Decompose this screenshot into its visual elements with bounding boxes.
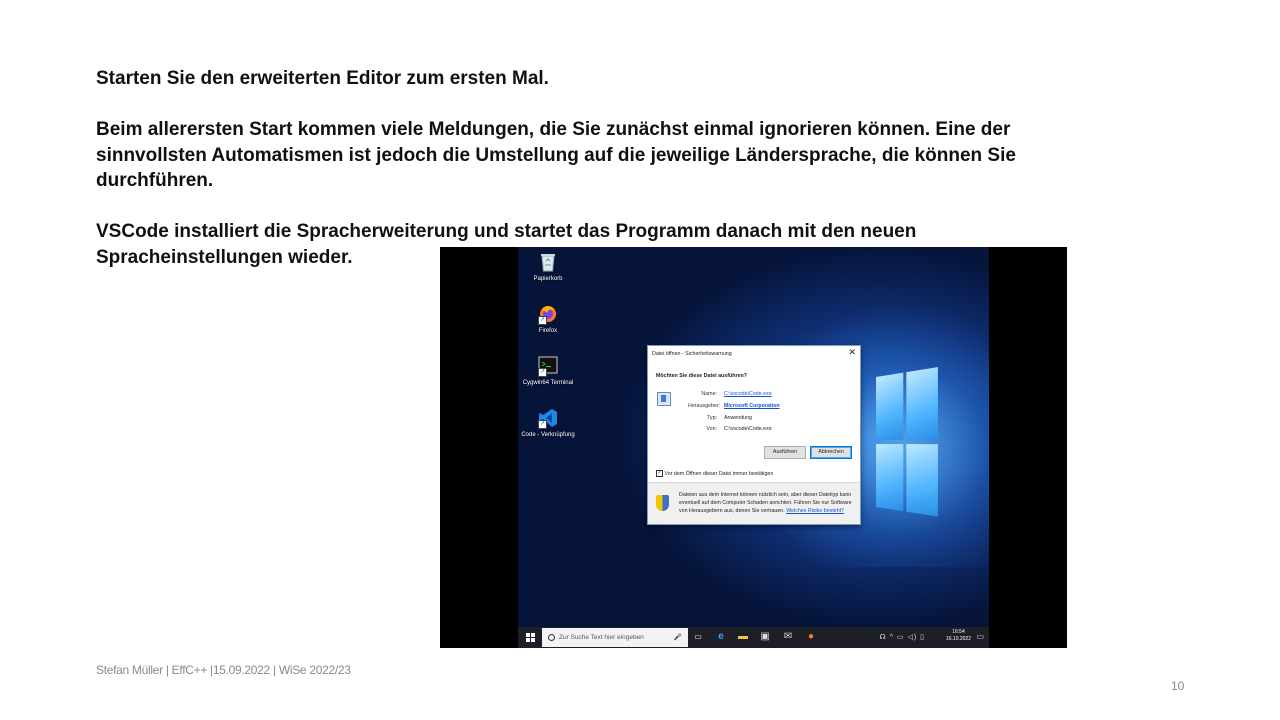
taskbar-search-box[interactable]: Zur Suche Text hier eingeben 🎤 xyxy=(542,628,688,647)
always-confirm-row: ✓ Vor dem Öffnen dieser Datei immer best… xyxy=(656,470,773,477)
task-view-icon[interactable]: ▭ xyxy=(692,631,704,643)
desktop-icon-firefox[interactable]: ↗ Firefox xyxy=(520,303,576,335)
first-start-line-2: sinnvollsten Automatismen ist jedoch die… xyxy=(96,144,1016,166)
desktop-icon-vscode[interactable]: ↗ Code - Verknüpfung xyxy=(520,407,576,439)
file-explorer-icon[interactable]: ▬ xyxy=(737,631,749,643)
type-value: Anwendung xyxy=(724,415,752,421)
windows-start-icon[interactable] xyxy=(526,633,535,642)
intro-paragraph: Starten Sie den erweiterten Editor zum e… xyxy=(96,68,549,89)
taskbar: Zur Suche Text hier eingeben 🎤 ▭ e ▬ ▣ ✉… xyxy=(518,627,989,648)
cortana-icon xyxy=(548,633,555,641)
mail-icon[interactable]: ✉ xyxy=(782,631,794,643)
system-tray-icons[interactable]: ☊ ^ ▭ ◁) ▯ xyxy=(880,633,925,641)
risk-link[interactable]: Welches Risiko besteht? xyxy=(786,508,844,514)
desktop-icon-cygwin[interactable]: ↗ Cygwin64 Terminal xyxy=(520,355,576,387)
terminal-icon: ↗ xyxy=(538,355,558,377)
windows-logo-wallpaper xyxy=(876,367,939,519)
dialog-question: Möchten Sie diese Datei ausführen? xyxy=(656,373,747,379)
first-start-line-3: durchführen. xyxy=(96,170,214,191)
type-row: Typ: Anwendung xyxy=(706,415,752,421)
from-row: Von: C:\vscode\Code.exe xyxy=(706,426,772,432)
embedded-screenshot: Papierkorb ↗ Firefox ↗ Cygwin64 Terminal… xyxy=(440,247,1067,648)
vscode-icon: ↗ xyxy=(538,407,558,429)
application-file-icon xyxy=(657,392,671,406)
firefox-icon: ↗ xyxy=(538,303,558,325)
file-name-row: Name: C:\vscode\Code.exe xyxy=(701,391,772,397)
cancel-button[interactable]: Abbrechen xyxy=(810,446,852,459)
vscode-line-1: VSCode installiert die Spracherweiterung… xyxy=(96,221,917,242)
dialog-title: Datei öffnen - Sicherheitswarnung xyxy=(652,351,732,357)
run-button[interactable]: Ausführen xyxy=(764,446,806,459)
always-confirm-checkbox[interactable]: ✓ xyxy=(656,470,663,477)
shield-warning-icon xyxy=(656,495,669,511)
notification-icon[interactable]: ▭ xyxy=(976,632,984,641)
desktop-icon-recycle-bin[interactable]: Papierkorb xyxy=(520,251,576,283)
warning-text-block: Dateien aus dem Internet können nützlich… xyxy=(679,491,859,515)
always-confirm-label: Vor dem Öffnen dieser Datei immer bestät… xyxy=(664,470,774,477)
close-icon[interactable]: ✕ xyxy=(848,348,856,357)
firefox-taskbar-icon[interactable]: ● xyxy=(805,631,817,643)
recycle-bin-icon xyxy=(538,251,558,273)
slide-body-text: Starten Sie den erweiterten Editor zum e… xyxy=(96,66,1146,270)
slide-footer: Stefan Müller | EffC++ |15.09.2022 | WiS… xyxy=(96,663,351,677)
security-warning-dialog: Datei öffnen - Sicherheitswarnung ✕ Möch… xyxy=(647,345,861,525)
edge-icon[interactable]: e xyxy=(715,631,727,643)
clock-time: 16:54 xyxy=(952,629,965,635)
warning-area: Dateien aus dem Internet können nützlich… xyxy=(648,483,860,524)
publisher-link[interactable]: Microsoft Corporation xyxy=(724,403,780,409)
clock[interactable]: 16:54 16.10.2022 xyxy=(946,629,971,643)
page-number: 10 xyxy=(1171,679,1185,693)
file-name-link[interactable]: C:\vscode\Code.exe xyxy=(724,391,772,397)
store-icon[interactable]: ▣ xyxy=(759,631,771,643)
first-start-line-1: Beim allerersten Start kommen viele Meld… xyxy=(96,119,1011,140)
clock-date: 16.10.2022 xyxy=(945,636,971,642)
windows-desktop: Papierkorb ↗ Firefox ↗ Cygwin64 Terminal… xyxy=(518,247,989,648)
microphone-icon[interactable]: 🎤 xyxy=(674,628,682,647)
from-value: C:\vscode\Code.exe xyxy=(724,426,772,432)
publisher-row: Herausgeber: Microsoft Corporation xyxy=(688,403,780,409)
